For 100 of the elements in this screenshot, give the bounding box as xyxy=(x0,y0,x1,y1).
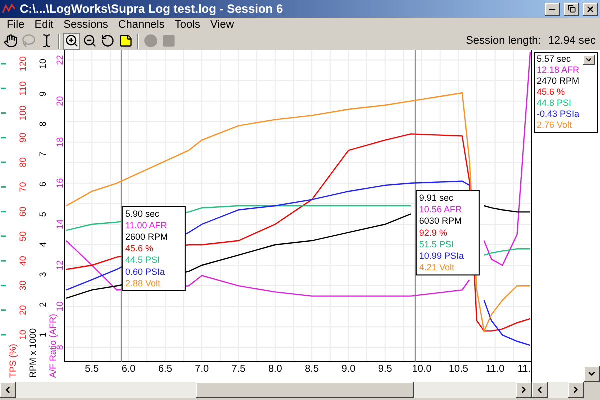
axis-tick-label: 7.5 xyxy=(232,364,246,375)
readout-value: -0.43 PSIa xyxy=(537,109,581,120)
readout-value: 4.21 Volt xyxy=(419,262,454,273)
circular-arrow-tool-button[interactable] xyxy=(99,32,116,50)
close-button[interactable] xyxy=(583,2,598,16)
axis-tick-label: 8.0 xyxy=(268,364,282,375)
readout-value: 2.76 Volt xyxy=(537,120,574,131)
record-icon xyxy=(144,34,158,48)
axis-tick-label: 3 xyxy=(38,272,48,278)
menu-item[interactable]: Edit xyxy=(30,19,59,31)
axis-tick-label: 60 xyxy=(18,206,28,217)
axis-tick-label: 10 xyxy=(55,302,65,312)
axis-tick-label: 5 xyxy=(38,212,48,218)
axis-tick-label: 14 xyxy=(55,219,65,230)
cursor-line[interactable] xyxy=(120,50,122,362)
dropdown-button[interactable] xyxy=(583,54,595,64)
axis-title: TPS (%) xyxy=(8,344,18,378)
chevron-right-icon xyxy=(519,385,529,395)
axis-tick-label: 8 xyxy=(55,345,65,350)
lasso-icon xyxy=(22,34,36,48)
zoom-out-icon xyxy=(82,34,96,48)
axis-tick-label: 8 xyxy=(38,122,48,127)
axis-tick-label: 10 xyxy=(38,59,48,69)
menu-item[interactable]: Tools xyxy=(170,19,206,31)
note-icon xyxy=(118,34,132,48)
app-icon xyxy=(2,3,16,15)
axis-tick-label: 11.0 xyxy=(486,364,505,375)
axis-tick-label: 10 xyxy=(18,330,28,340)
readout-time: 9.91 sec xyxy=(419,193,454,203)
readout-time: 5.57 sec xyxy=(537,54,572,65)
axis-tick-label: 6.5 xyxy=(158,364,172,375)
axis-tick-label: 120 xyxy=(18,56,28,72)
zoom-out-tool-button[interactable] xyxy=(81,32,98,50)
scroll-left-button[interactable] xyxy=(532,382,548,398)
axis-tick-label: 30 xyxy=(18,280,28,291)
axis-tick-label: 9.0 xyxy=(342,364,356,375)
hand-icon xyxy=(4,34,18,48)
restore-button[interactable] xyxy=(564,2,579,16)
chevron-left-icon xyxy=(3,385,13,395)
minimize-button[interactable] xyxy=(545,2,560,16)
readout-value: 10.56 AFR xyxy=(419,204,462,215)
readout-value: 45.6 % xyxy=(125,244,154,254)
readout-value: 2.88 Volt xyxy=(125,278,160,288)
axis-tick-label: 22 xyxy=(55,55,65,66)
readout-value: 12.18 AFR xyxy=(537,65,581,76)
axis-tick-label: 5.5 xyxy=(85,364,100,375)
readout-time: 5.90 sec xyxy=(125,208,160,219)
scroll-down-button[interactable] xyxy=(584,366,600,382)
scroll-right-button[interactable] xyxy=(516,382,532,398)
window-title: C:\...\LogWorks\Supra Log test.log - Session 6 xyxy=(20,2,284,16)
menu-item[interactable]: Channels xyxy=(113,19,170,31)
readout-value: 11.00 AFR xyxy=(125,220,168,230)
stop-icon xyxy=(162,34,176,48)
axis-tick-label: 10.0 xyxy=(412,364,432,375)
axis-tick-label: 9 xyxy=(38,92,48,97)
axis-tick-label: 18 xyxy=(55,137,65,148)
readout-value: 44.8 PSI xyxy=(537,98,573,109)
axis-tick-label: 8.5 xyxy=(305,364,320,375)
scrollbar-thumb[interactable] xyxy=(196,382,414,398)
readout-value: 44.5 PSI xyxy=(125,255,160,266)
zoom-in-icon xyxy=(64,34,78,48)
axis-tick-label: 4 xyxy=(38,242,48,248)
chevron-left-icon xyxy=(535,385,545,395)
horizontal-scrollbar[interactable] xyxy=(0,382,532,398)
readout-value: 0.60 PSIa xyxy=(125,266,165,277)
close-icon xyxy=(586,4,595,14)
axis-title: RPM x 1000 xyxy=(28,328,38,378)
axis-tick-label: 90 xyxy=(18,132,28,143)
axis-tick-label: 40 xyxy=(18,256,28,266)
axis-tick-label: 6 xyxy=(38,182,48,187)
horizontal-scrollbar[interactable] xyxy=(532,382,584,398)
circular-arrow-icon xyxy=(100,34,114,48)
axis-tick-label: 1 xyxy=(38,332,48,338)
axis-tick-label: 50 xyxy=(18,231,28,242)
menu-item[interactable]: Sessions xyxy=(58,19,114,31)
zoom-in-tool-button[interactable] xyxy=(63,32,80,50)
axis-tick-label: 100 xyxy=(18,106,28,121)
hand-tool-button[interactable] xyxy=(2,32,19,50)
session-length-value: 12.94 sec xyxy=(548,35,596,47)
axis-tick-label: 70 xyxy=(18,182,28,192)
scroll-right-button[interactable] xyxy=(568,382,584,398)
axis-tick-label: 11. xyxy=(518,364,531,375)
readout-value: 6030 RPM xyxy=(419,216,462,226)
menu-item[interactable]: View xyxy=(206,19,240,31)
axis-title: A/F Ratio (AFR) xyxy=(48,314,58,378)
menu-item[interactable]: File xyxy=(2,19,30,31)
readout-value: 2600 RPM xyxy=(125,232,168,242)
axis-tick-label: 80 xyxy=(18,158,28,168)
scroll-left-button[interactable] xyxy=(0,382,16,398)
cursor-line[interactable] xyxy=(414,50,416,362)
axis-tick-label: 7 xyxy=(38,152,48,157)
readout-value: 2470 RPM xyxy=(537,76,581,87)
readout-value: 10.99 PSIa xyxy=(419,251,464,261)
chevron-down-icon xyxy=(587,369,597,379)
readout-value: 51.5 PSI xyxy=(419,239,454,250)
restore-icon xyxy=(568,5,576,13)
chevron-right-icon xyxy=(571,385,581,395)
axis-tick-label: 9.5 xyxy=(378,364,392,375)
readout-value: 45.6 % xyxy=(537,87,566,98)
note-tool-button[interactable] xyxy=(117,32,134,50)
